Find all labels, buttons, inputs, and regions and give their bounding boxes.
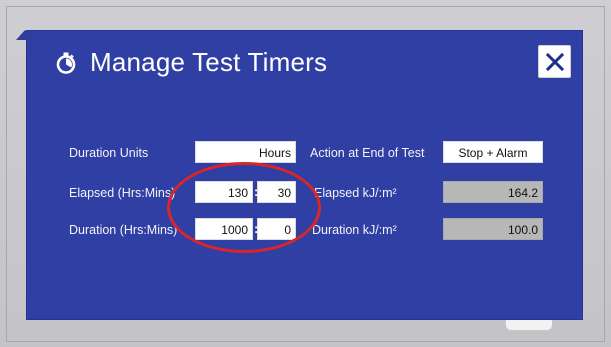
corner-marker [16,30,34,40]
duration-label: Duration (Hrs:Mins) [69,223,178,237]
dialog-title: Manage Test Timers [90,47,328,77]
duration-kj-label: Duration kJ/:m² [312,223,397,237]
elapsed-hours-field[interactable]: 130 [195,181,253,203]
duration-hours-field[interactable]: 1000 [195,218,253,240]
elapsed-label: Elapsed (Hrs:Mins) [69,186,176,200]
dialog-header: Manage Test Timers [26,30,583,96]
stopwatch-icon [56,52,76,74]
elapsed-kj-value: 164.2 [443,181,543,203]
close-button[interactable] [538,45,571,78]
close-icon [545,52,565,72]
manage-test-timers-dialog: Manage Test Timers Duration Units Hours … [26,30,583,320]
duration-minutes-field[interactable]: 0 [257,218,296,240]
duration-kj-value: 100.0 [443,218,543,240]
action-end-select[interactable]: Stop + Alarm [443,141,543,163]
action-end-label: Action at End of Test [310,146,425,160]
elapsed-minutes-field[interactable]: 30 [257,181,296,203]
duration-units-field[interactable]: Hours [195,141,296,163]
elapsed-kj-label: Elapsed kJ/:m² [314,186,397,200]
duration-units-label: Duration Units [69,146,149,160]
